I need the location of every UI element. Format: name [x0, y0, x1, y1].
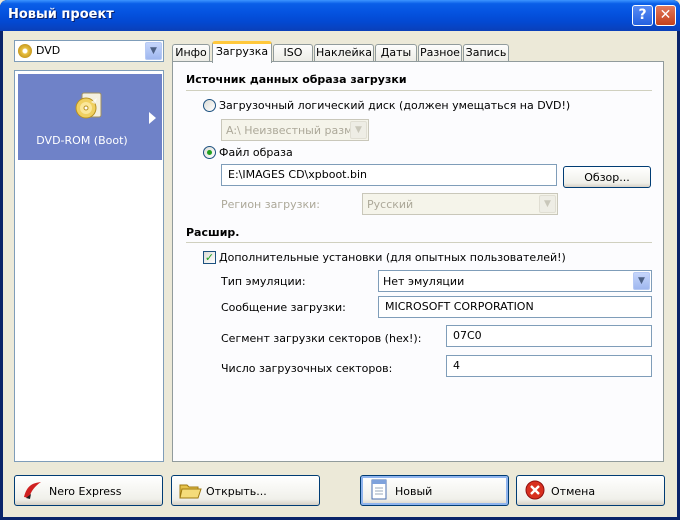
- open-button[interactable]: Открыть...: [171, 475, 320, 506]
- tab-boot[interactable]: Загрузка: [212, 41, 272, 63]
- cancel-button-label: Отмена: [551, 485, 596, 498]
- boot-dvd-icon: [75, 92, 102, 119]
- help-button[interactable]: ?: [632, 5, 653, 26]
- tab-label[interactable]: Наклейка: [314, 44, 374, 62]
- advanced-title: Расшир.: [186, 226, 240, 239]
- tab-burn[interactable]: Запись: [463, 44, 509, 62]
- region-select[interactable]: Русский ▼: [362, 193, 558, 215]
- tab-iso[interactable]: ISO: [273, 44, 313, 62]
- region-select-value: Русский: [367, 198, 414, 211]
- region-label: Регион загрузки:: [221, 198, 320, 211]
- logical-disk-label: Загрузочный логический диск (должен умещ…: [219, 99, 571, 112]
- cancel-icon: [525, 480, 545, 500]
- dialog-window: Новый проект ? ✕ DVD ▼ DVD-ROM (Boot) Ин…: [0, 0, 680, 520]
- drive-select-value: A:\ Неизвестный размер: [226, 124, 367, 137]
- help-icon: ?: [638, 7, 647, 23]
- boot-message-label: Сообщение загрузки:: [221, 301, 346, 314]
- project-type-dvd-rom-boot[interactable]: DVD-ROM (Boot): [18, 74, 162, 160]
- image-file-label: Файл образа: [219, 146, 293, 159]
- nero-logo-icon: [24, 482, 41, 499]
- boot-source-title: Источник данных образа загрузки: [186, 73, 407, 86]
- boot-message-input[interactable]: MICROSOFT CORPORATION: [378, 296, 652, 318]
- arrow-right-icon: [149, 112, 156, 124]
- browse-button[interactable]: Обзор...: [563, 166, 651, 188]
- load-segment-input[interactable]: 07C0: [446, 325, 652, 347]
- open-button-label: Открыть...: [206, 485, 267, 498]
- advanced-settings-checkbox[interactable]: ✓: [203, 251, 216, 264]
- sector-count-label: Число загрузочных секторов:: [221, 362, 393, 375]
- emulation-label: Тип эмуляции:: [221, 275, 306, 288]
- browse-button-label: Обзор...: [584, 170, 630, 184]
- dvd-disc-icon: [18, 44, 32, 58]
- format-select[interactable]: DVD ▼: [14, 40, 164, 62]
- image-file-radio[interactable]: [203, 146, 216, 159]
- chevron-down-icon[interactable]: ▼: [539, 195, 556, 213]
- new-button-label: Новый: [395, 485, 433, 498]
- folder-open-icon: [179, 484, 202, 499]
- tab-dates[interactable]: Даты: [375, 44, 417, 62]
- new-document-icon: [371, 479, 387, 500]
- emulation-select-value: Нет эмуляции: [383, 275, 465, 288]
- divider: [186, 242, 652, 243]
- chevron-down-icon[interactable]: ▼: [350, 121, 367, 139]
- new-button[interactable]: Новый: [360, 475, 509, 506]
- advanced-settings-label: Дополнительные установки (для опытных по…: [219, 251, 566, 264]
- tab-info[interactable]: Инфо: [172, 44, 210, 62]
- project-type-label: DVD-ROM (Boot): [36, 134, 128, 147]
- window-title: Новый проект: [8, 7, 114, 22]
- image-path-input[interactable]: E:\IMAGES CD\xpboot.bin: [221, 164, 557, 186]
- sector-count-input[interactable]: 4: [446, 355, 652, 377]
- load-segment-label: Сегмент загрузки секторов (hex!):: [221, 332, 422, 345]
- chevron-down-icon[interactable]: ▼: [145, 42, 162, 60]
- logical-disk-radio[interactable]: [203, 99, 216, 112]
- format-select-value: DVD: [36, 44, 61, 57]
- close-icon: ✕: [659, 7, 672, 23]
- divider: [186, 90, 652, 91]
- tab-misc[interactable]: Разное: [418, 44, 462, 62]
- nero-express-button[interactable]: Nero Express: [14, 475, 163, 506]
- emulation-select[interactable]: Нет эмуляции ▼: [378, 270, 652, 292]
- nero-express-label: Nero Express: [49, 485, 122, 498]
- project-type-list: DVD-ROM (Boot): [14, 70, 164, 462]
- chevron-down-icon[interactable]: ▼: [633, 272, 650, 290]
- title-bar[interactable]: Новый проект ? ✕: [0, 0, 680, 31]
- drive-select[interactable]: A:\ Неизвестный размер ▼: [221, 119, 369, 141]
- cancel-button[interactable]: Отмена: [516, 475, 665, 506]
- close-button[interactable]: ✕: [655, 5, 676, 26]
